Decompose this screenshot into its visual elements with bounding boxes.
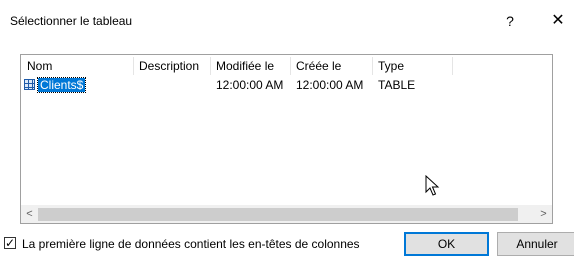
header-row-checkbox[interactable]: ✓: [4, 236, 16, 250]
scroll-right-arrow[interactable]: >: [535, 206, 552, 223]
row-modified: 12:00:00 AM: [216, 78, 284, 92]
row-name-cell[interactable]: Clients$: [24, 77, 87, 93]
table-list[interactable]: Nom Description Modifiée le Créée le Typ…: [20, 54, 553, 224]
table-row[interactable]: Clients$ 12:00:00 AM 12:00:00 AM TABLE: [21, 77, 552, 93]
column-header-type[interactable]: Type: [372, 55, 452, 77]
mouse-pointer-icon: [425, 175, 440, 196]
row-created: 12:00:00 AM: [296, 78, 364, 92]
table-header-row: Nom Description Modifiée le Créée le Typ…: [21, 55, 552, 77]
header-row-checkbox-label[interactable]: La première ligne de données contient le…: [22, 236, 360, 252]
row-name[interactable]: Clients$: [36, 77, 87, 93]
horizontal-scrollbar[interactable]: < >: [21, 205, 552, 223]
dialog-title-bar: Sélectionner le tableau ? ✕: [0, 0, 574, 44]
close-button[interactable]: ✕: [548, 10, 568, 32]
dialog-title: Sélectionner le tableau: [10, 14, 133, 28]
scroll-left-arrow[interactable]: <: [21, 206, 38, 223]
checkmark-icon: ✓: [5, 236, 16, 250]
help-button[interactable]: ?: [500, 10, 520, 32]
row-description: [133, 77, 139, 93]
column-header-description[interactable]: Description: [133, 55, 215, 77]
table-icon: [24, 79, 35, 90]
column-header-created[interactable]: Créée le: [290, 55, 372, 77]
row-type: TABLE: [378, 78, 416, 92]
column-divider[interactable]: [452, 57, 453, 75]
scroll-thumb[interactable]: [38, 208, 518, 221]
ok-button[interactable]: OK: [404, 232, 489, 256]
column-header-modified[interactable]: Modifiée le: [210, 55, 290, 77]
column-header-name[interactable]: Nom: [21, 55, 133, 77]
cancel-button[interactable]: Annuler: [497, 232, 574, 256]
